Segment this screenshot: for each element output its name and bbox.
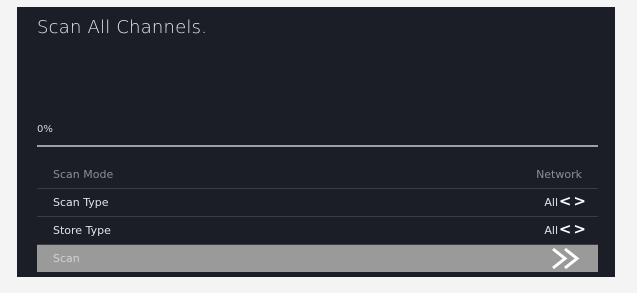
store-type-row[interactable]: Store Type All <> bbox=[37, 217, 598, 245]
scan-settings-menu: Scan Mode Network Scan Type All <> Store… bbox=[37, 161, 598, 272]
page-title: Scan All Channels. bbox=[37, 17, 208, 38]
scan-screen: Scan All Channels. 0% Scan Mode Network … bbox=[17, 7, 615, 277]
left-right-arrows-icon[interactable]: <> bbox=[559, 220, 588, 238]
store-type-value: All bbox=[544, 224, 558, 237]
progress-percent: 0% bbox=[37, 124, 53, 135]
scan-mode-value: Network bbox=[536, 168, 582, 181]
scan-type-label: Scan Type bbox=[53, 196, 109, 209]
scan-type-value: All bbox=[544, 196, 558, 209]
scan-label: Scan bbox=[53, 252, 80, 265]
progress-bar bbox=[37, 145, 598, 147]
double-chevron-right-icon bbox=[552, 247, 580, 270]
left-right-arrows-icon[interactable]: <> bbox=[559, 192, 588, 210]
scan-mode-label: Scan Mode bbox=[53, 168, 114, 181]
scan-mode-row: Scan Mode Network bbox=[37, 161, 598, 189]
store-type-label: Store Type bbox=[53, 224, 111, 237]
scan-button[interactable]: Scan bbox=[37, 245, 598, 272]
scan-type-row[interactable]: Scan Type All <> bbox=[37, 189, 598, 217]
